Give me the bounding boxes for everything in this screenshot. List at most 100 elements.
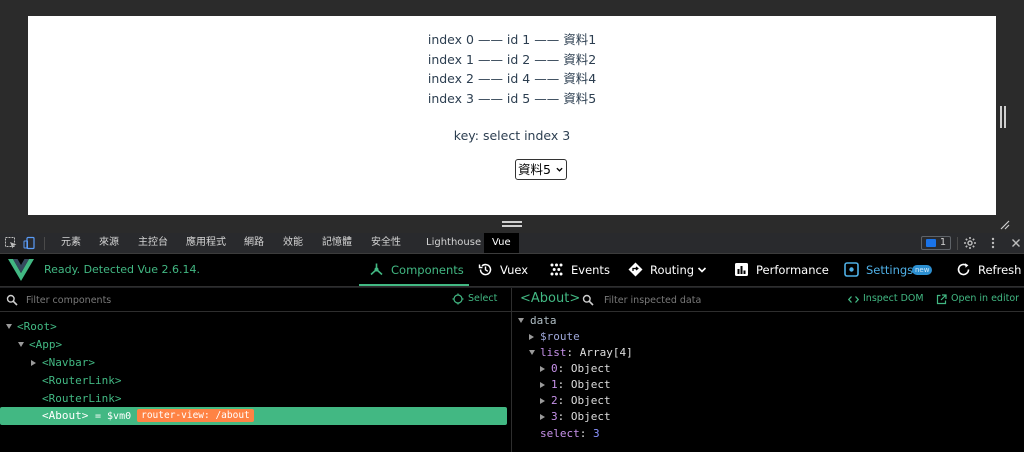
- resize-corner-icon[interactable]: [998, 218, 1010, 230]
- list-item: index 0 —— id 1 —— 資料1: [427, 32, 597, 47]
- item-select[interactable]: 資料5: [515, 159, 567, 180]
- components-tab-button[interactable]: Components: [359, 254, 469, 286]
- device-toolbar-icon[interactable]: [23, 236, 37, 250]
- more-options-icon[interactable]: [986, 236, 1000, 250]
- tab-memory[interactable]: 記憶體: [322, 233, 352, 253]
- collapse-arrow-icon[interactable]: [540, 366, 545, 372]
- routing-tab-button[interactable]: Routing: [628, 254, 710, 286]
- components-tab-label: Components: [391, 263, 464, 277]
- collapse-arrow-icon[interactable]: [540, 414, 545, 420]
- item-list: index 0 —— id 1 —— 資料1 index 1 —— id 2 —…: [28, 30, 996, 108]
- router-view-badge: router-view: /about: [137, 409, 254, 422]
- chevron-down-icon: [697, 267, 707, 273]
- open-in-editor-label: Open in editor: [951, 293, 1020, 304]
- viewport-resize-handle-bottom[interactable]: [502, 221, 522, 227]
- list-item: index 1 —— id 2 —— 資料2: [427, 51, 597, 67]
- select-value: 3: [593, 427, 600, 440]
- expand-arrow-icon[interactable]: [518, 318, 524, 323]
- tab-lighthouse[interactable]: Lighthouse: [426, 233, 481, 253]
- list-item-key: 3: [551, 410, 558, 423]
- new-badge: new: [912, 265, 933, 275]
- key-text: key: select index 3: [453, 128, 571, 143]
- item-select-value: 資料5: [518, 162, 551, 177]
- rendered-page: index 0 —— id 1 —— 資料1 index 1 —— id 2 —…: [28, 16, 996, 215]
- select-key: select: [540, 427, 580, 440]
- inspected-component-title: <About>: [520, 291, 581, 306]
- issues-counter[interactable]: 1: [921, 236, 951, 250]
- inspect-element-icon[interactable]: [4, 236, 18, 250]
- vue-logo-icon: [8, 259, 34, 281]
- settings-tab-label: Settings: [866, 263, 914, 277]
- tab-sources[interactable]: 來源: [99, 233, 119, 253]
- tree-node-navbar[interactable]: <Navbar>: [0, 354, 507, 372]
- performance-tab-label: Performance: [756, 263, 829, 277]
- collapse-arrow-icon[interactable]: [540, 382, 545, 388]
- gear-icon[interactable]: [963, 236, 977, 250]
- tab-network[interactable]: 網路: [244, 233, 264, 253]
- issues-count: 1: [940, 237, 947, 248]
- routing-tab-label: Routing: [650, 263, 695, 277]
- tree-node-app[interactable]: <App>: [0, 336, 507, 354]
- collapse-arrow-icon[interactable]: [540, 398, 545, 404]
- viewport-resize-handle-side[interactable]: [1000, 106, 1008, 128]
- vuex-tab-label: Vuex: [500, 263, 529, 277]
- vuex-tab-button[interactable]: Vuex: [478, 254, 528, 286]
- settings-tab-button[interactable]: Settings new: [844, 254, 936, 286]
- inspect-dom-label: Inspect DOM: [863, 293, 924, 304]
- routing-icon: [628, 262, 643, 277]
- open-in-editor-button[interactable]: Open in editor: [936, 293, 1020, 307]
- tree-node-root[interactable]: <Root>: [0, 318, 507, 336]
- issues-icon: [926, 239, 936, 247]
- history-icon: [478, 263, 492, 276]
- vue-status-text: Ready. Detected Vue 2.6.14.: [44, 263, 200, 276]
- filter-components-input[interactable]: [26, 293, 326, 307]
- list-item-value: Object: [570, 378, 611, 391]
- filter-inspected-data-input[interactable]: [604, 293, 804, 307]
- active-tab-indicator: [359, 284, 469, 286]
- code-icon: [848, 296, 859, 303]
- tab-elements[interactable]: 元素: [61, 233, 81, 253]
- tab-vue[interactable]: Vue: [484, 233, 519, 253]
- tree-node-routerlink[interactable]: <RouterLink>: [0, 372, 507, 390]
- refresh-icon: [957, 263, 970, 276]
- performance-tab-button[interactable]: Performance: [734, 254, 829, 286]
- inspector-header: <About> Inspect DOM Open in editor: [512, 288, 1024, 312]
- route-key: $route: [540, 330, 580, 343]
- list-value: Array[4]: [579, 346, 633, 359]
- expand-arrow-icon[interactable]: [18, 342, 24, 347]
- inspector-panel: <About> Inspect DOM Open in editor data …: [512, 288, 1024, 452]
- select-entry: select: 3: [540, 427, 600, 440]
- devtools-tab-bar: 元素 來源 主控台 應用程式 網路 效能 記憶體 安全性 Lighthouse …: [0, 233, 1024, 254]
- tree-node-label: <RouterLink>: [42, 374, 122, 387]
- target-icon: [452, 293, 464, 305]
- list-item-entry: 1: Object: [551, 378, 611, 391]
- components-panel: Select <Root> <App> <Navbar> <RouterLink…: [0, 288, 511, 452]
- list-item-entry: 2: Object: [551, 394, 611, 407]
- collapse-arrow-icon[interactable]: [529, 334, 534, 340]
- list-item-entry: 0: Object: [551, 362, 611, 375]
- list-item: index 3 —— id 5 —— 資料5: [427, 90, 597, 106]
- collapse-arrow-icon[interactable]: [31, 360, 36, 366]
- vm-reference: = $vm0: [94, 411, 132, 422]
- inspect-dom-button[interactable]: Inspect DOM: [848, 293, 924, 307]
- events-tab-button[interactable]: Events: [549, 254, 610, 286]
- tab-separator: [957, 237, 958, 250]
- vue-devtools-toolbar: Ready. Detected Vue 2.6.14. Components V…: [0, 254, 1024, 287]
- events-tab-label: Events: [571, 263, 610, 277]
- tab-performance[interactable]: 效能: [283, 233, 303, 253]
- tab-application[interactable]: 應用程式: [186, 233, 226, 253]
- chevron-down-icon: [556, 167, 563, 172]
- tab-console[interactable]: 主控台: [138, 233, 168, 253]
- close-icon[interactable]: [1009, 236, 1023, 250]
- expand-arrow-icon[interactable]: [6, 324, 12, 329]
- tree-node-about[interactable]: <About> = $vm0 router-view: /about: [0, 407, 507, 425]
- expand-arrow-icon[interactable]: [529, 350, 535, 355]
- tree-node-label: <App>: [29, 338, 63, 351]
- settings-icon: [844, 262, 859, 277]
- tab-security[interactable]: 安全性: [371, 233, 401, 253]
- refresh-button[interactable]: Refresh: [956, 254, 1021, 286]
- tree-node-routerlink[interactable]: <RouterLink>: [0, 390, 507, 408]
- list-item-value: Object: [570, 410, 611, 423]
- external-link-icon: [936, 294, 947, 305]
- tree-node-label: <About>: [42, 409, 89, 422]
